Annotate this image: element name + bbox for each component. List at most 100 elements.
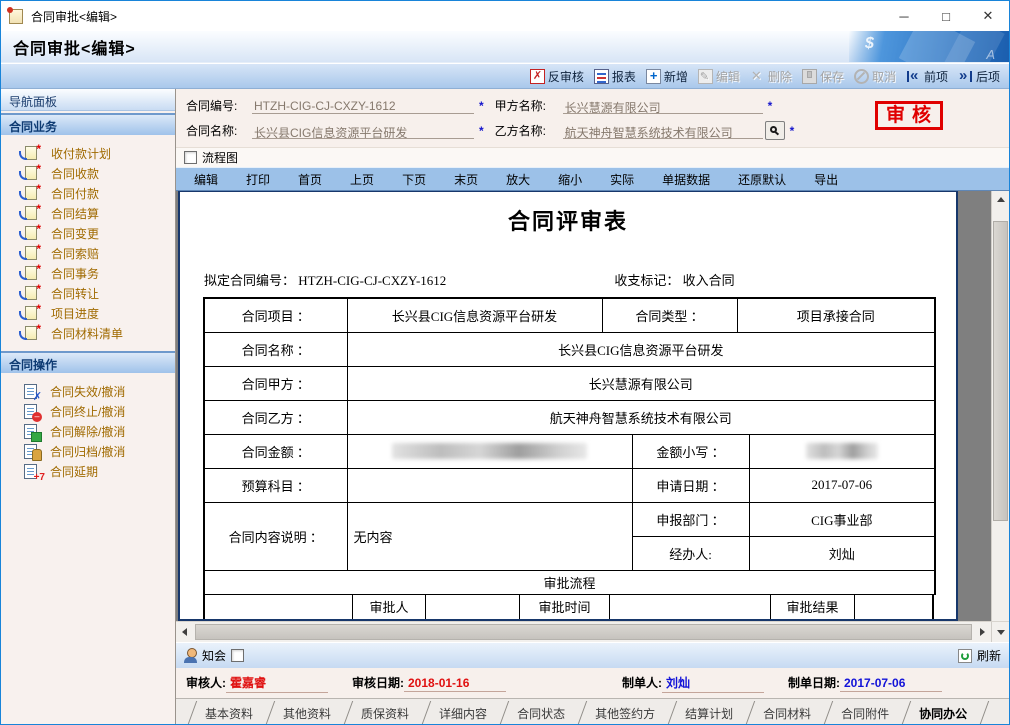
preview-toolbar-button[interactable]: 放大 — [492, 167, 544, 191]
sidebar-item[interactable]: 合同解除/撤消 — [19, 421, 175, 441]
maker-value: 刘灿 — [662, 674, 764, 693]
delete-icon — [750, 69, 765, 84]
contract-operations-list: 合同失效/撤消合同终止/撤消合同解除/撤消合同归档/撤消合同延期 — [1, 373, 175, 487]
scroll-left-arrow[interactable] — [176, 622, 193, 642]
required-marker: * — [790, 124, 795, 138]
bottom-tab[interactable]: 结算计划 — [666, 699, 744, 724]
party-a-input[interactable]: 长兴慧源有限公司 — [563, 97, 763, 114]
preview-toolbar-button[interactable]: 下页 — [388, 167, 440, 191]
next-item-button[interactable]: 后项 — [953, 66, 1005, 87]
report-button[interactable]: 报表 — [589, 66, 641, 87]
vertical-scrollbar[interactable] — [991, 191, 1009, 621]
sidebar-item[interactable]: 合同失效/撤消 — [19, 381, 175, 401]
bottom-tab[interactable]: 基本资料 — [186, 699, 264, 724]
preview-toolbar-button[interactable]: 导出 — [800, 167, 852, 191]
contract-no-input[interactable]: HTZH-CIG-CJ-CXZY-1612 — [252, 97, 474, 114]
preview-toolbar-button[interactable]: 末页 — [440, 167, 492, 191]
section-header-contract-operations[interactable]: 合同操作 — [1, 351, 175, 373]
anti-audit-button-label: 反审核 — [548, 68, 584, 85]
redacted-amount-small — [806, 443, 878, 459]
archive-icon — [24, 444, 37, 459]
window-body: 导航面板 合同业务 收付款计划合同收款合同付款合同结算合同变更合同索赔合同事务合… — [1, 89, 1009, 724]
preview-toolbar-button[interactable]: 实际 — [596, 167, 648, 191]
sidebar-item[interactable]: 合同归档/撤消 — [19, 441, 175, 461]
minimize-button[interactable]: ─ — [883, 1, 925, 31]
contract-name-input[interactable]: 长兴县CIG信息资源平台研发 — [252, 122, 474, 139]
save-button-label: 保存 — [820, 68, 844, 85]
cell-label: 预算科目 ： — [204, 468, 347, 502]
preview-toolbar-button[interactable]: 缩小 — [544, 167, 596, 191]
doc-note-icon — [25, 186, 37, 200]
section-header-contract-business[interactable]: 合同业务 — [1, 113, 175, 135]
bottom-tab[interactable]: 详细内容 — [420, 699, 498, 724]
required-marker: * — [479, 124, 484, 138]
sidebar-item[interactable]: 收付款计划 — [19, 143, 175, 163]
scroll-up-arrow[interactable] — [992, 191, 1009, 207]
cell-label: 经办人: — [632, 536, 749, 570]
sidebar-item[interactable]: 合同收款 — [19, 163, 175, 183]
sidebar-item[interactable]: 合同终止/撤消 — [19, 401, 175, 421]
edit-button: 编辑 — [693, 66, 745, 87]
sidebar-item[interactable]: 合同事务 — [19, 263, 175, 283]
cell-value: 长兴慧源有限公司 — [347, 366, 935, 400]
notify-checkbox[interactable] — [231, 649, 244, 662]
bottom-tab[interactable]: 其他资料 — [264, 699, 342, 724]
preview-toolbar-button[interactable]: 上页 — [336, 167, 388, 191]
party-b-input[interactable]: 航天神舟智慧系统技术有限公司 — [563, 122, 763, 139]
preview-toolbar-button[interactable]: 单据数据 — [648, 167, 724, 191]
cell-value: 2017-07-06 — [749, 468, 935, 502]
sidebar-item[interactable]: 合同结算 — [19, 203, 175, 223]
preview-toolbar-button[interactable]: 首页 — [284, 167, 336, 191]
anti-audit-button[interactable]: 反审核 — [525, 66, 589, 87]
preview-toolbar-button[interactable]: 编辑 — [180, 167, 232, 191]
dollar-decoration: $ — [865, 35, 874, 53]
sidebar-item[interactable]: 合同材料清单 — [19, 323, 175, 343]
sidebar-item[interactable]: 合同转让 — [19, 283, 175, 303]
vertical-scroll-thumb[interactable] — [993, 221, 1008, 521]
party-a-label: 甲方名称: — [495, 97, 563, 114]
sidebar-item[interactable]: 项目进度 — [19, 303, 175, 323]
close-button[interactable]: ✕ — [967, 1, 1009, 31]
maximize-button[interactable]: □ — [925, 1, 967, 31]
horizontal-scroll-thumb[interactable] — [195, 624, 972, 640]
scroll-down-arrow[interactable] — [991, 622, 1009, 642]
auditor-field: 审核人: 霍嘉睿 — [186, 674, 328, 693]
bottom-tab[interactable]: 合同状态 — [498, 699, 576, 724]
party-b-lookup-button[interactable] — [765, 121, 785, 140]
main-toolbar: 反审核报表新增编辑删除保存取消前项后项 — [1, 63, 1009, 89]
horizontal-scrollbar[interactable] — [176, 622, 991, 642]
sidebar-item[interactable]: 合同变更 — [19, 223, 175, 243]
auditor-label: 审核人: — [186, 674, 226, 691]
sidebar-item-label: 合同解除/撤消 — [50, 423, 125, 440]
terminate-icon — [24, 404, 37, 419]
preview-toolbar-button[interactable]: 打印 — [232, 167, 284, 191]
refresh-button[interactable]: 刷新 — [977, 647, 1001, 664]
sidebar-item[interactable]: 合同延期 — [19, 461, 175, 481]
table-row: 合同乙方 ： 航天神舟智慧系统技术有限公司 — [204, 400, 935, 434]
new-button[interactable]: 新增 — [641, 66, 693, 87]
refresh-icon — [958, 649, 972, 663]
audit-date-value: 2018-01-16 — [404, 676, 506, 692]
sidebar-item-label: 合同变更 — [51, 225, 99, 242]
bottom-tab[interactable]: 合同附件 — [822, 699, 900, 724]
prev-item-button[interactable]: 前项 — [901, 66, 953, 87]
doc-note-icon — [25, 266, 37, 280]
table-row: 审批流程 — [204, 570, 935, 594]
window-title: 合同审批<编辑> — [31, 8, 117, 25]
audit-date-field: 审核日期: 2018-01-16 — [352, 674, 506, 692]
save-icon — [802, 69, 817, 84]
header-decoration-image: $ A — [849, 31, 1009, 62]
sidebar-item[interactable]: 合同付款 — [19, 183, 175, 203]
document-page: 合同评审表 拟定合同编号： HTZH-CIG-CJ-CXZY-1612 收支标记… — [178, 191, 958, 621]
cell-value: 无内容 — [347, 502, 632, 570]
sidebar-item[interactable]: 合同索赔 — [19, 243, 175, 263]
sidebar-item-label: 合同收款 — [51, 165, 99, 182]
bottom-tab[interactable]: 质保资料 — [342, 699, 420, 724]
flowchart-checkbox[interactable] — [184, 151, 197, 164]
bottom-tab[interactable]: 协同办公 — [900, 699, 978, 724]
cancel-button-label: 取消 — [872, 68, 896, 85]
preview-toolbar-button[interactable]: 还原默认 — [724, 167, 800, 191]
scroll-right-arrow[interactable] — [974, 622, 991, 642]
bottom-tab[interactable]: 合同材料 — [744, 699, 822, 724]
bottom-tab[interactable]: 其他签约方 — [576, 699, 666, 724]
